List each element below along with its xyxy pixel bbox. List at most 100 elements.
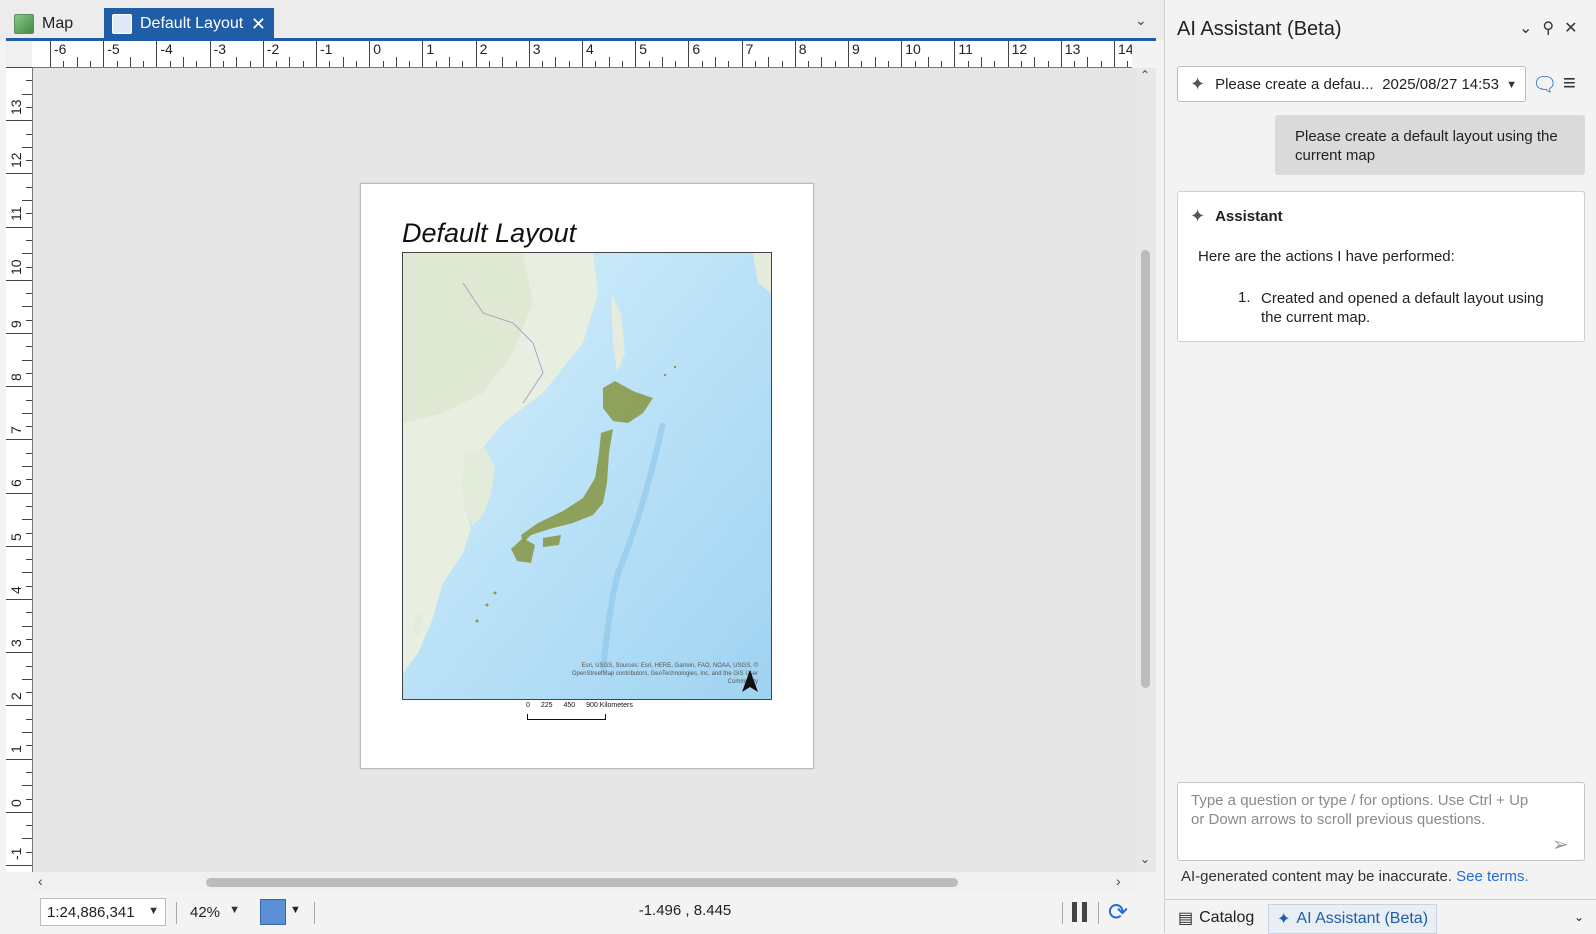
map-frame[interactable] [402, 252, 772, 700]
ruler-tick [26, 319, 32, 321]
ruler-tick [1074, 61, 1076, 67]
ruler-tick [781, 61, 783, 67]
ruler-tick [196, 61, 198, 67]
ruler-label: 0 [373, 41, 381, 57]
ruler-tick [1100, 61, 1102, 67]
scale-bar[interactable] [527, 714, 606, 720]
ruler-tick [302, 61, 304, 67]
ruler-tick [6, 492, 32, 494]
ruler-label: -3 [213, 41, 227, 57]
chevron-down-icon[interactable]: ⌄ [1519, 20, 1542, 37]
ruler-tick [808, 61, 810, 67]
ruler-tick [1114, 41, 1115, 67]
ruler-tick [6, 226, 32, 228]
close-icon[interactable]: ✕ [1564, 20, 1587, 37]
ruler-tick [701, 61, 703, 67]
ruler-tick [22, 412, 32, 414]
snapping-icon[interactable] [260, 899, 286, 925]
conversation-select[interactable]: ✦ Please create a defau... 2025/08/27 14… [1177, 66, 1526, 102]
ruler-tick [26, 479, 32, 481]
chevron-down-icon[interactable]: ⌄ [1574, 910, 1584, 924]
ruler-label: 0 [8, 798, 24, 807]
pause-drawing-icon[interactable] [1072, 902, 1090, 922]
tab-map-label: Map [42, 15, 74, 32]
ruler-label: 8 [8, 373, 24, 381]
close-icon[interactable]: ✕ [251, 14, 266, 35]
ruler-tick [715, 57, 716, 67]
ruler-tick [6, 705, 32, 707]
tab-ai-label: AI Assistant (Beta) [1296, 910, 1429, 927]
ruler-tick [22, 253, 32, 255]
layout-title-text[interactable]: Default Layout [402, 218, 576, 249]
ruler-tick [22, 306, 32, 308]
conversation-date: 2025/08/27 14:53 [1382, 75, 1499, 93]
ruler-label: 11 [8, 206, 24, 222]
ruler-tick [914, 61, 916, 67]
horizontal-ruler[interactable]: -6-5-4-3-2-101234567891011121314 [32, 41, 1132, 68]
chevron-down-icon[interactable]: ⌄ [1135, 12, 1147, 29]
vertical-scroll-thumb[interactable] [1141, 250, 1150, 688]
ruler-tick [26, 346, 32, 348]
ruler-tick [355, 61, 357, 67]
ruler-tick [1034, 57, 1036, 67]
ruler-tick [236, 57, 238, 67]
ruler-tick [528, 41, 530, 67]
vertical-ruler[interactable]: 131211109876543210-1-2 [6, 67, 33, 872]
chevron-down-icon[interactable]: ▼ [229, 904, 240, 916]
tab-catalog-label: Catalog [1199, 909, 1255, 926]
scale-label: 225 [540, 702, 553, 709]
divider [1164, 899, 1596, 900]
japan-map-image [403, 253, 771, 699]
zoom-select[interactable]: 42% ▼ [184, 898, 246, 926]
ruler-tick [156, 41, 158, 67]
ruler-tick [834, 61, 836, 67]
ruler-label: -2 [266, 41, 280, 57]
ruler-tick [874, 57, 876, 67]
tab-default-layout[interactable]: Default Layout ✕ [104, 8, 274, 40]
ruler-tick [26, 133, 32, 135]
ruler-tick [26, 186, 32, 188]
horizontal-scroll-thumb[interactable] [206, 878, 958, 887]
ruler-tick [994, 61, 996, 67]
catalog-icon: ▤ [1178, 910, 1194, 927]
ruler-tick [89, 61, 91, 67]
chat-input[interactable]: Type a question or type / for options. U… [1177, 782, 1585, 861]
scroll-up-icon[interactable]: ⌃ [1140, 68, 1150, 82]
ruler-tick [183, 57, 184, 67]
chevron-down-icon[interactable]: ▼ [290, 904, 301, 916]
tab-ai-assistant[interactable]: ✦ AI Assistant (Beta) [1268, 904, 1438, 934]
ruler-tick [369, 41, 371, 67]
ruler-label: 13 [8, 99, 24, 115]
chevron-down-icon[interactable]: ▼ [148, 905, 159, 917]
user-message: Please create a default layout using the… [1275, 115, 1585, 175]
tab-map[interactable]: Map [6, 8, 102, 40]
tab-catalog[interactable]: ▤ Catalog [1170, 904, 1262, 932]
map-scale-select[interactable]: 1:24,886,341 ▼ [40, 898, 166, 926]
ruler-tick [1007, 41, 1009, 67]
scale-label: 900 Kilometers [586, 702, 633, 709]
ruler-tick [76, 57, 78, 67]
ruler-tick [6, 545, 32, 547]
see-terms-link[interactable]: See terms. [1456, 868, 1529, 885]
assistant-intro: Here are the actions I have performed: [1198, 248, 1455, 265]
ruler-tick [1047, 61, 1049, 67]
scroll-left-icon[interactable]: ‹ [38, 873, 43, 889]
pin-icon[interactable]: ⚲ [1542, 20, 1564, 37]
ruler-label: 10 [905, 41, 921, 57]
north-arrow-icon[interactable] [742, 670, 758, 697]
new-chat-icon[interactable]: 🗨 [1532, 72, 1557, 97]
chevron-down-icon[interactable]: ▼ [1506, 79, 1517, 91]
send-icon[interactable]: ➢ [1552, 832, 1569, 857]
menu-icon[interactable]: ≡ [1563, 70, 1576, 96]
refresh-icon[interactable]: ⟳ [1108, 898, 1128, 927]
scroll-down-icon[interactable]: ⌄ [1140, 852, 1150, 866]
map-attribution: Esri, USGS, Sources: Esri, HERE, Garmin,… [571, 663, 758, 685]
conversation-title: Please create a defau... [1215, 75, 1374, 93]
ruler-tick [6, 865, 32, 866]
scroll-right-icon[interactable]: › [1116, 873, 1121, 889]
ruler-tick [249, 61, 251, 67]
ruler-label: -5 [107, 41, 120, 57]
ruler-tick [26, 399, 32, 401]
ruler-tick [595, 61, 597, 67]
ruler-tick [26, 239, 32, 241]
